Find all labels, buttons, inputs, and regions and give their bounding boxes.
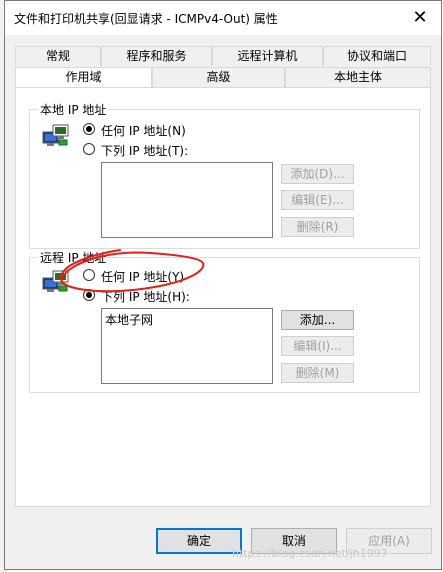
- remote-list-ip-radio[interactable]: [83, 289, 95, 301]
- local-any-ip-label: 任何 IP 地址(N): [101, 124, 186, 138]
- local-list-ip-label: 下列 IP 地址(T):: [101, 144, 189, 158]
- remote-any-ip-radio[interactable]: [83, 269, 95, 281]
- local-remove-button[interactable]: 删除(R): [281, 217, 354, 237]
- tab-advanced[interactable]: 高级: [152, 67, 285, 87]
- tab-remote-computers[interactable]: 远程计算机: [212, 46, 323, 66]
- scope-panel: 本地 IP 地址 任何 IP 地址(N) 下列 IP 地址(T): 添加(D).…: [15, 87, 431, 507]
- tab-row-1: 常规 程序和服务 远程计算机 协议和端口: [15, 46, 431, 66]
- properties-dialog: 文件和打印机共享(回显请求 - ICMPv4-Out) 属性 ✕ 常规 程序和服…: [4, 0, 442, 570]
- remote-add-button[interactable]: 添加...: [281, 310, 354, 330]
- remote-ip-list[interactable]: 本地子网: [101, 308, 273, 384]
- watermark-text: https://blog.csdn.net/jh1997: [232, 547, 388, 560]
- tab-programs-services[interactable]: 程序和服务: [101, 46, 212, 66]
- local-add-button[interactable]: 添加(D)...: [281, 164, 354, 184]
- tab-general[interactable]: 常规: [15, 46, 101, 66]
- local-ip-group-label: 本地 IP 地址: [38, 101, 109, 118]
- local-any-ip-radio[interactable]: [83, 123, 95, 135]
- remote-list-ip-option[interactable]: 下列 IP 地址(H):: [83, 288, 283, 304]
- tab-row-2: 作用域 高级 本地主体: [15, 67, 431, 88]
- close-icon[interactable]: ✕: [409, 7, 431, 29]
- local-ip-list[interactable]: [101, 162, 273, 238]
- local-edit-button[interactable]: 编辑(E)...: [281, 190, 354, 210]
- remote-ip-group-label: 远程 IP 地址: [38, 249, 109, 266]
- ok-button[interactable]: 确定: [156, 528, 242, 554]
- network-computers-icon: [42, 124, 69, 146]
- tab-protocols-ports[interactable]: 协议和端口: [323, 46, 431, 66]
- title-bar: 文件和打印机共享(回显请求 - ICMPv4-Out) 属性 ✕: [5, 1, 441, 35]
- remote-list-ip-label: 下列 IP 地址(H):: [101, 290, 190, 304]
- remote-remove-button[interactable]: 删除(M): [281, 363, 354, 383]
- window-title: 文件和打印机共享(回显请求 - ICMPv4-Out) 属性: [14, 12, 278, 26]
- tab-scope[interactable]: 作用域: [15, 67, 152, 88]
- local-list-ip-radio[interactable]: [83, 143, 95, 155]
- remote-ip-group: 远程 IP 地址 任何 IP 地址(Y) 下列 IP 地址(H): 本地子网 添…: [29, 249, 420, 393]
- remote-edit-button[interactable]: 编辑(I)...: [281, 336, 354, 356]
- local-list-ip-option[interactable]: 下列 IP 地址(T):: [83, 142, 283, 158]
- local-any-ip-option[interactable]: 任何 IP 地址(N): [83, 122, 283, 138]
- list-item[interactable]: 本地子网: [105, 311, 153, 328]
- tab-local-principals[interactable]: 本地主体: [285, 67, 431, 87]
- remote-any-ip-option[interactable]: 任何 IP 地址(Y): [83, 268, 283, 284]
- remote-any-ip-label: 任何 IP 地址(Y): [101, 270, 185, 284]
- local-ip-group: 本地 IP 地址 任何 IP 地址(N) 下列 IP 地址(T): 添加(D).…: [29, 101, 420, 249]
- network-computers-icon: [42, 270, 69, 292]
